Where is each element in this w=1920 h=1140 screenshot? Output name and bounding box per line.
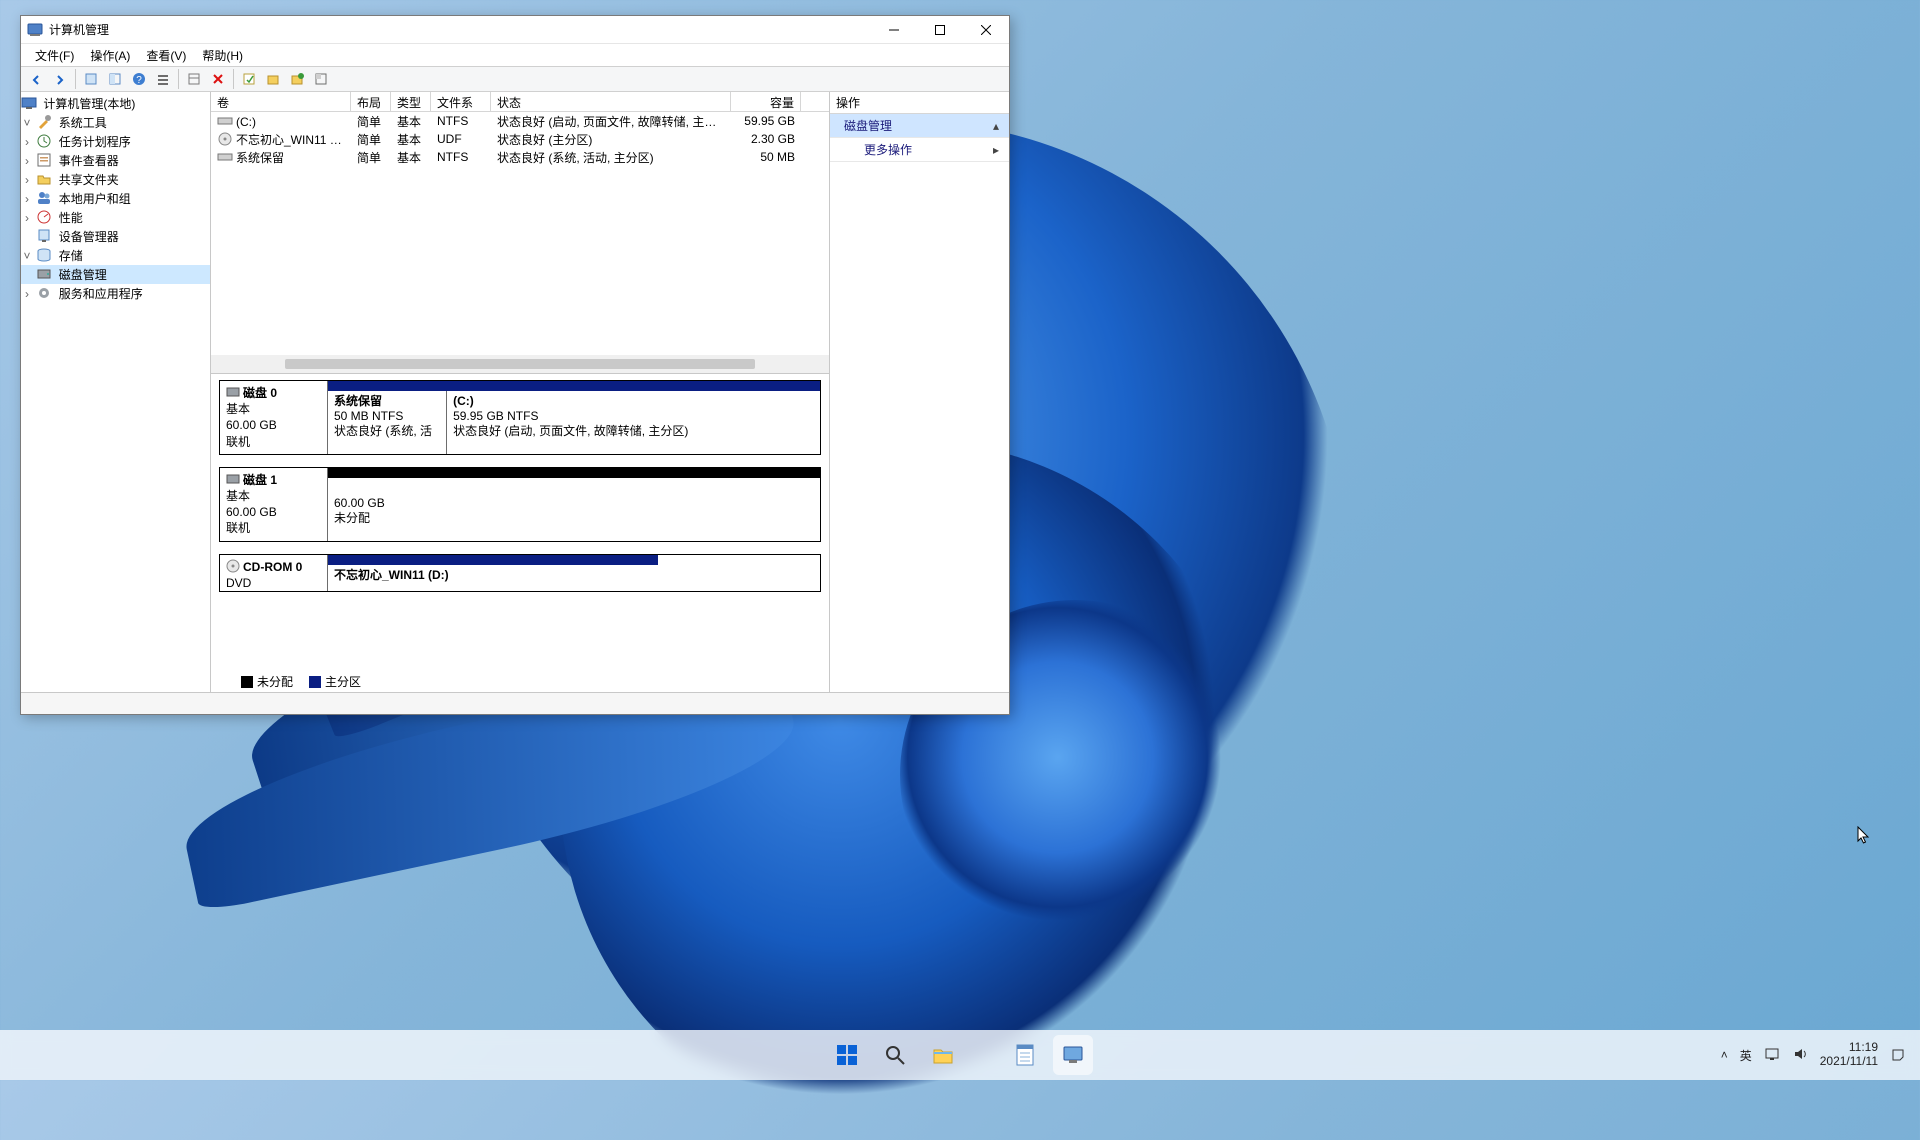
hdd-icon — [226, 385, 240, 399]
explorer-button[interactable] — [923, 1035, 963, 1075]
tree-disk-management[interactable]: › 磁盘管理 — [21, 265, 210, 284]
tb-icon-3[interactable] — [286, 68, 308, 90]
menu-file[interactable]: 文件(F) — [27, 47, 82, 64]
help-icon[interactable]: ? — [128, 68, 150, 90]
search-button[interactable] — [875, 1035, 915, 1075]
tree-local-users[interactable]: › 本地用户和组 — [21, 189, 210, 208]
notifications-icon[interactable] — [1890, 1046, 1906, 1065]
cursor-icon — [1857, 826, 1871, 846]
drive-icon — [217, 113, 233, 129]
notepad-button[interactable] — [1005, 1035, 1045, 1075]
menubar: 文件(F) 操作(A) 查看(V) 帮助(H) — [21, 44, 1009, 66]
tree-services[interactable]: › 服务和应用程序 — [21, 284, 210, 303]
maximize-button[interactable] — [917, 16, 963, 44]
legend: 未分配 主分区 — [237, 671, 365, 692]
perf-icon — [36, 209, 52, 225]
volume-icon[interactable] — [1792, 1046, 1808, 1065]
tree-shared-folders[interactable]: › 共享文件夹 — [21, 170, 210, 189]
app-icon — [27, 22, 43, 38]
volume-row[interactable]: (C:) 简单 基本 NTFS 状态良好 (启动, 页面文件, 故障转储, 主分… — [211, 112, 829, 130]
cd-icon — [226, 559, 240, 573]
volume-row[interactable]: 系统保留 简单 基本 NTFS 状态良好 (系统, 活动, 主分区) 50 MB — [211, 148, 829, 166]
col-volume[interactable]: 卷 — [211, 92, 351, 111]
volume-row[interactable]: 不忘初心_WIN11 (D:) 简单 基本 UDF 状态良好 (主分区) 2.3… — [211, 130, 829, 148]
action-disk-management[interactable]: 磁盘管理▴ — [830, 114, 1009, 138]
action-icon[interactable] — [183, 68, 205, 90]
clock[interactable]: 11:19 2021/11/11 — [1820, 1041, 1878, 1069]
disk-0[interactable]: 磁盘 0 基本 60.00 GB 联机 系统保留 50 MB NTFS 状态良好… — [219, 380, 821, 455]
gear-icon — [36, 285, 52, 301]
partition-c[interactable]: (C:) 59.95 GB NTFS 状态良好 (启动, 页面文件, 故障转储,… — [446, 391, 820, 454]
unallocated-space[interactable]: 60.00 GB 未分配 — [328, 478, 820, 541]
computer-management-window: 计算机管理 文件(F) 操作(A) 查看(V) 帮助(H) ? — [20, 15, 1010, 715]
action-more[interactable]: 更多操作▸ — [830, 138, 1009, 162]
collapse-icon: ▴ — [993, 119, 999, 133]
tools-icon — [36, 114, 52, 130]
computer-icon — [21, 95, 37, 111]
volume-list: 卷 布局 类型 文件系统 状态 容量 (C:) 简单 基本 NTFS 状态良好 … — [211, 92, 829, 374]
svg-text:?: ? — [136, 75, 142, 86]
view-icon[interactable] — [152, 68, 174, 90]
minimize-button[interactable] — [871, 16, 917, 44]
tree-event-viewer[interactable]: › 事件查看器 — [21, 151, 210, 170]
back-button[interactable] — [25, 68, 47, 90]
disk-icon — [36, 266, 52, 282]
folder-icon — [36, 171, 52, 187]
col-fs[interactable]: 文件系统 — [431, 92, 491, 111]
taskbar[interactable]: ˄ 英 11:19 2021/11/11 — [0, 1030, 1920, 1080]
tree-root[interactable]: 计算机管理(本地) — [21, 94, 210, 113]
cdrom-0[interactable]: CD-ROM 0 DVD 不忘初心_WIN11 (D:) — [219, 554, 821, 592]
disc-icon — [217, 131, 233, 147]
tree-device-manager[interactable]: › 设备管理器 — [21, 227, 210, 246]
ime-indicator[interactable]: 英 — [1740, 1047, 1752, 1064]
titlebar[interactable]: 计算机管理 — [21, 16, 1009, 44]
tray-chevron-icon[interactable]: ˄ — [1721, 1048, 1728, 1062]
disk-diagram: 磁盘 0 基本 60.00 GB 联机 系统保留 50 MB NTFS 状态良好… — [211, 374, 829, 692]
hdd-icon — [226, 472, 240, 486]
h-scrollbar[interactable] — [211, 355, 829, 373]
volume-list-header[interactable]: 卷 布局 类型 文件系统 状态 容量 — [211, 92, 829, 112]
window-title: 计算机管理 — [49, 21, 871, 38]
device-icon — [36, 228, 52, 244]
menu-view[interactable]: 查看(V) — [138, 47, 194, 64]
storage-icon — [36, 247, 52, 263]
toolbar: ? — [21, 66, 1009, 92]
partition-d[interactable]: 不忘初心_WIN11 (D:) — [328, 565, 658, 586]
col-type[interactable]: 类型 — [391, 92, 431, 111]
tb-icon-2[interactable] — [262, 68, 284, 90]
taskbar-spacer — [971, 1035, 997, 1075]
tree-system-tools[interactable]: ˅ 系统工具 — [21, 113, 210, 132]
col-layout[interactable]: 布局 — [351, 92, 391, 111]
menu-help[interactable]: 帮助(H) — [194, 47, 251, 64]
tb-icon-4[interactable] — [310, 68, 332, 90]
col-capacity[interactable]: 容量 — [731, 92, 801, 111]
tree-performance[interactable]: › 性能 — [21, 208, 210, 227]
actions-header: 操作 — [830, 92, 1009, 114]
disk-1[interactable]: 磁盘 1 基本 60.00 GB 联机 60.00 GB 未分配 — [219, 467, 821, 542]
computer-management-taskbar-button[interactable] — [1053, 1035, 1093, 1075]
start-button[interactable] — [827, 1035, 867, 1075]
navigation-tree[interactable]: 计算机管理(本地) ˅ 系统工具 › 任务计划程序 › 事件查看器 › 共享文件… — [21, 92, 211, 692]
statusbar — [21, 692, 1009, 714]
tb-icon-1[interactable] — [238, 68, 260, 90]
users-icon — [36, 190, 52, 206]
close-button[interactable] — [963, 16, 1009, 44]
network-icon[interactable] — [1764, 1046, 1780, 1065]
delete-icon[interactable] — [207, 68, 229, 90]
up-icon[interactable] — [80, 68, 102, 90]
event-icon — [36, 152, 52, 168]
show-hide-icon[interactable] — [104, 68, 126, 90]
col-status[interactable]: 状态 — [491, 92, 731, 111]
clock-icon — [36, 133, 52, 149]
tree-storage[interactable]: ˅ 存储 — [21, 246, 210, 265]
chevron-right-icon: ▸ — [993, 143, 999, 157]
tree-task-scheduler[interactable]: › 任务计划程序 — [21, 132, 210, 151]
drive-icon — [217, 149, 233, 165]
forward-button[interactable] — [49, 68, 71, 90]
actions-pane: 操作 磁盘管理▴ 更多操作▸ — [829, 92, 1009, 692]
menu-action[interactable]: 操作(A) — [82, 47, 138, 64]
partition-system-reserved[interactable]: 系统保留 50 MB NTFS 状态良好 (系统, 活 — [328, 391, 446, 454]
